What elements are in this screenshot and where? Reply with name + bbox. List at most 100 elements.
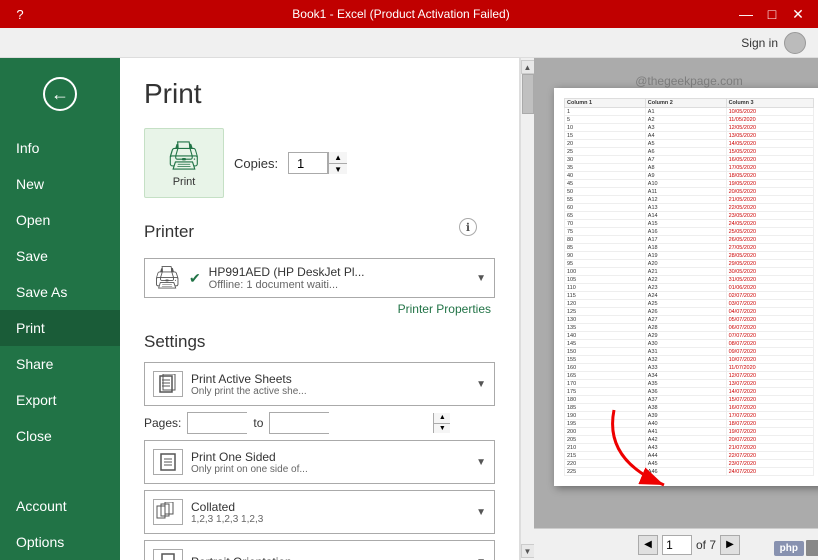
table-cell: 155	[565, 356, 646, 364]
settings-scrollbar[interactable]: ▲ ▼	[520, 58, 534, 560]
collated-setting[interactable]: Collated 1,2,3 1,2,3 1,2,3 ▼	[144, 490, 495, 534]
table-cell: 10/07/2020	[726, 356, 813, 364]
sidebar-item-options[interactable]: Options	[0, 524, 120, 560]
printer-properties-link[interactable]: Printer Properties	[144, 302, 495, 316]
table-row: 145A3008/07/2020	[565, 340, 814, 348]
sidebar-item-account[interactable]: Account	[0, 488, 120, 524]
table-cell: 210	[565, 444, 646, 452]
table-cell: 225	[565, 468, 646, 476]
page-number-input[interactable]	[662, 535, 692, 555]
sidebar-share-label: Share	[16, 356, 53, 372]
table-cell: 60	[565, 204, 646, 212]
page-preview-container: Column 1 Column 2 Column 3 1A110/05/2020…	[534, 58, 818, 528]
table-cell: 28/05/2020	[726, 252, 813, 260]
table-cell: A39	[645, 412, 726, 420]
pages-to-increment[interactable]: ▲	[434, 413, 450, 423]
table-row: 95A2029/05/2020	[565, 260, 814, 268]
table-cell: 30/05/2020	[726, 268, 813, 276]
print-btn-label: Print	[173, 176, 196, 188]
table-cell: A31	[645, 348, 726, 356]
sidebar: ← Info New Open Save Save As Print Share…	[0, 58, 120, 560]
table-row: 140A2907/07/2020	[565, 332, 814, 340]
print-sheets-setting[interactable]: Print Active Sheets Only print the activ…	[144, 362, 495, 406]
page-next-button[interactable]: ▶	[720, 535, 740, 555]
sidebar-item-print[interactable]: Print	[0, 310, 120, 346]
table-cell: 45	[565, 180, 646, 188]
copies-decrement[interactable]: ▼	[329, 163, 347, 174]
table-row: 10A312/05/2020	[565, 124, 814, 132]
pages-to-decrement[interactable]: ▼	[434, 423, 450, 434]
back-button[interactable]: ←	[40, 74, 80, 114]
sheets-arrow-icon: ▼	[476, 379, 486, 390]
collated-icon	[153, 499, 183, 525]
sidebar-export-label: Export	[16, 392, 56, 408]
print-button[interactable]: 🖨 Print	[144, 128, 224, 198]
sidebar-item-share[interactable]: Share	[0, 346, 120, 382]
table-cell: 5	[565, 116, 646, 124]
table-cell: 20/05/2020	[726, 188, 813, 196]
printer-dropdown[interactable]: 🖨 ✔ HP991AED (HP DeskJet Pl... Offline: …	[144, 258, 495, 298]
back-icon: ←	[43, 77, 77, 111]
page-prev-button[interactable]: ◀	[638, 535, 658, 555]
table-cell: 185	[565, 404, 646, 412]
table-cell: 17/05/2020	[726, 164, 813, 172]
signin-area[interactable]: Sign in	[741, 32, 806, 54]
sheets-icon	[153, 371, 183, 397]
scroll-thumb[interactable]	[522, 74, 534, 114]
printer-info-icon[interactable]: ℹ	[459, 218, 477, 236]
table-row: 105A2231/05/2020	[565, 276, 814, 284]
table-cell: 05/07/2020	[726, 316, 813, 324]
pages-from-spinner: ▲ ▼	[187, 412, 247, 434]
printer-device-icon: 🖨	[153, 265, 181, 291]
table-row: 130A2705/07/2020	[565, 316, 814, 324]
sidebar-item-save-as[interactable]: Save As	[0, 274, 120, 310]
table-cell: 07/07/2020	[726, 332, 813, 340]
table-cell: A42	[645, 436, 726, 444]
table-cell: 08/07/2020	[726, 340, 813, 348]
table-cell: A46	[645, 468, 726, 476]
view-icon-1[interactable]	[806, 540, 818, 556]
printer-dropdown-arrow: ▼	[476, 273, 486, 284]
help-button[interactable]: ?	[8, 4, 32, 24]
sidebar-item-save[interactable]: Save	[0, 238, 120, 274]
copies-input[interactable]	[288, 152, 328, 174]
sidebar-item-export[interactable]: Export	[0, 382, 120, 418]
table-cell: 12/05/2020	[726, 124, 813, 132]
table-row: 215A4422/07/2020	[565, 452, 814, 460]
copies-increment[interactable]: ▲	[329, 152, 347, 163]
table-cell: 1	[565, 108, 646, 116]
close-button[interactable]: ✕	[786, 4, 810, 24]
table-cell: 18/07/2020	[726, 420, 813, 428]
table-cell: A27	[645, 316, 726, 324]
table-cell: A40	[645, 420, 726, 428]
collated-text: Collated 1,2,3 1,2,3 1,2,3	[191, 500, 468, 525]
one-sided-setting[interactable]: Print One Sided Only print on one side o…	[144, 440, 495, 484]
table-row: 160A3311/07/2020	[565, 364, 814, 372]
scroll-up-button[interactable]: ▲	[521, 60, 535, 74]
page-preview: Column 1 Column 2 Column 3 1A110/05/2020…	[554, 88, 818, 486]
sidebar-item-close[interactable]: Close	[0, 418, 120, 454]
table-cell: A32	[645, 356, 726, 364]
table-cell: 16/07/2020	[726, 404, 813, 412]
table-cell: A25	[645, 300, 726, 308]
table-cell: A9	[645, 172, 726, 180]
print-sheets-name: Print Active Sheets	[191, 372, 468, 386]
window-controls: — □ ✕	[734, 4, 810, 24]
one-sided-name: Print One Sided	[191, 450, 468, 464]
scroll-down-button[interactable]: ▼	[521, 544, 535, 558]
title-bar-text: Book1 - Excel (Product Activation Failed…	[68, 7, 734, 21]
sidebar-item-open[interactable]: Open	[0, 202, 120, 238]
sidebar-item-info[interactable]: Info	[0, 130, 120, 166]
table-cell: 160	[565, 364, 646, 372]
table-cell: 15/05/2020	[726, 148, 813, 156]
sidebar-item-new[interactable]: New	[0, 166, 120, 202]
printer-section-header: Printer	[144, 222, 495, 242]
sidebar-save-label: Save	[16, 248, 48, 264]
pages-to-input[interactable]	[270, 413, 433, 433]
portrait-setting[interactable]: Portrait Orientation ▼	[144, 540, 495, 560]
minimize-button[interactable]: —	[734, 4, 758, 24]
table-cell: 14/07/2020	[726, 388, 813, 396]
table-cell: 205	[565, 436, 646, 444]
table-cell: 10	[565, 124, 646, 132]
maximize-button[interactable]: □	[760, 4, 784, 24]
